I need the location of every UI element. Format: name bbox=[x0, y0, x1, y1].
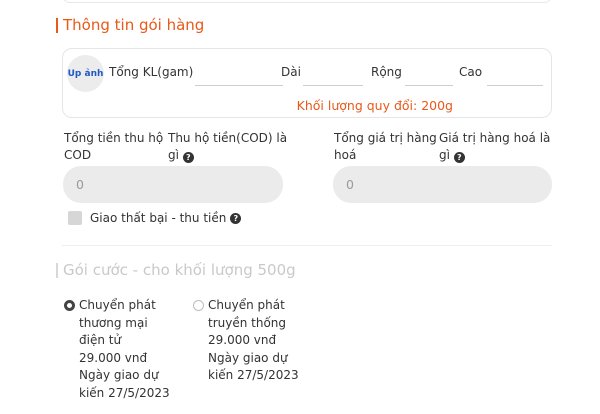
height-input[interactable] bbox=[487, 85, 543, 86]
question-circle-icon[interactable]: ? bbox=[453, 152, 465, 163]
package-info-title-text: Thông tin gói hàng bbox=[63, 16, 205, 34]
length-input[interactable] bbox=[303, 85, 363, 86]
tariff-option-text: Chuyển phát thương mại điện tử 29.000 vn… bbox=[79, 298, 170, 400]
checkbox-icon[interactable] bbox=[68, 211, 82, 225]
cod-amount-input[interactable] bbox=[63, 166, 283, 203]
radio-unselected-icon[interactable] bbox=[193, 300, 204, 311]
upload-photo-button[interactable]: Up ảnh bbox=[67, 55, 104, 92]
tariff-section-title-text: Gói cước - cho khối lượng 500g bbox=[63, 261, 296, 279]
question-circle-icon[interactable]: ? bbox=[230, 212, 242, 224]
tariff-option-ecommerce[interactable]: Chuyển phát thương mại điện tử 29.000 vn… bbox=[64, 297, 184, 402]
height-label: Cao bbox=[459, 65, 483, 79]
weight-input[interactable] bbox=[195, 85, 283, 86]
tariff-section-title: Gói cước - cho khối lượng 500g bbox=[56, 261, 296, 279]
cod-help-link[interactable]: Thu hộ tiền(COD) là gì ? bbox=[168, 130, 298, 164]
length-label: Dài bbox=[281, 65, 301, 79]
weight-label: Tổng KL(gam) bbox=[109, 65, 194, 79]
section-divider bbox=[62, 245, 552, 246]
tariff-option-text: Chuyển phát truyền thống 29.000 vnđ Ngày… bbox=[208, 298, 299, 382]
cod-total-label: Tổng tiền thu hộ COD bbox=[64, 131, 164, 162]
goods-value-input[interactable] bbox=[333, 166, 552, 203]
package-info-title: Thông tin gói hàng bbox=[56, 16, 204, 34]
goods-value-label: Tổng giá trị hàng hoá bbox=[334, 131, 437, 162]
converted-weight-text: Khối lượng quy đổi: 200g bbox=[296, 98, 453, 113]
package-card: Up ảnh Tổng KL(gam) Dài Rộng Cao Khối lư… bbox=[62, 48, 552, 118]
failed-delivery-label: Giao thất bại - thu tiền bbox=[90, 211, 227, 225]
width-input[interactable] bbox=[405, 85, 453, 86]
failed-delivery-option[interactable]: Giao thất bại - thu tiền ? bbox=[68, 211, 242, 225]
question-circle-icon[interactable]: ? bbox=[182, 152, 194, 163]
tariff-option-traditional[interactable]: Chuyển phát truyền thống 29.000 vnđ Ngày… bbox=[193, 297, 313, 385]
radio-selected-icon[interactable] bbox=[64, 300, 75, 311]
title-accent-bar bbox=[56, 262, 58, 278]
previous-card-bottom bbox=[62, 0, 552, 3]
title-accent-bar bbox=[56, 17, 58, 33]
width-label: Rộng bbox=[371, 65, 402, 79]
goods-value-help-link[interactable]: Giá trị hàng hoá là gì ? bbox=[439, 130, 569, 164]
